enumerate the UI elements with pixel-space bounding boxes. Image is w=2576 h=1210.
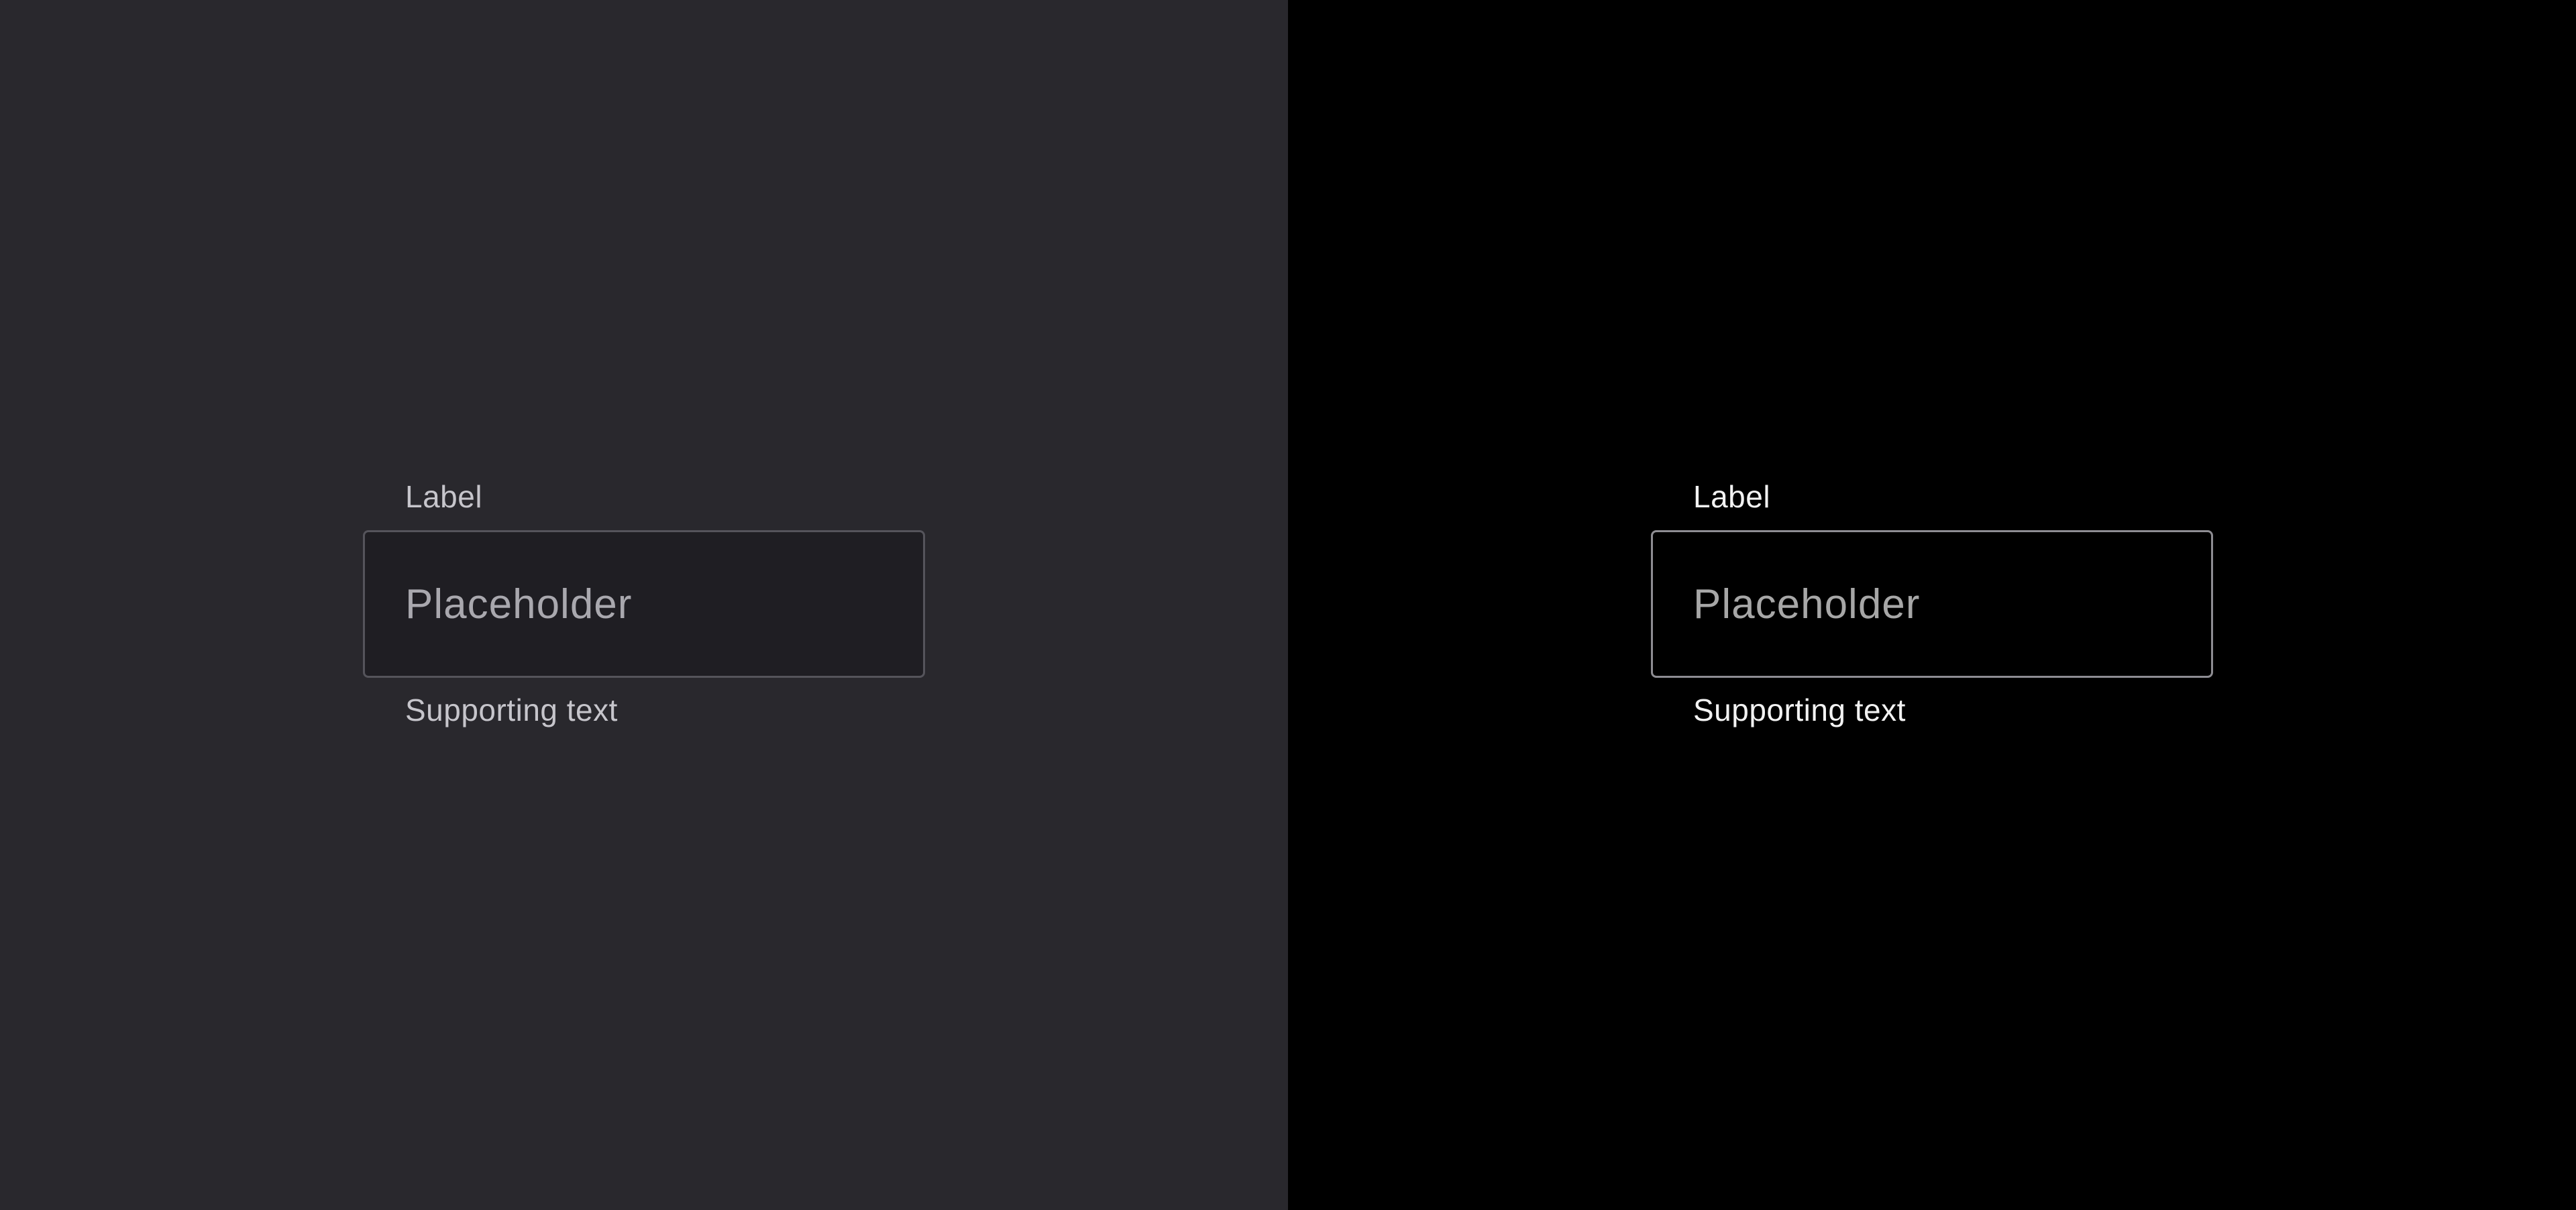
text-field-container[interactable] xyxy=(363,530,925,678)
text-input[interactable] xyxy=(1693,580,2211,628)
panel-high-contrast-dark: Label Supporting text xyxy=(1288,0,2576,1210)
supporting-text: Supporting text xyxy=(1693,693,1906,727)
stage: Label Supporting text Label Supporting t… xyxy=(0,0,2576,1210)
text-field-container[interactable] xyxy=(1651,530,2213,678)
supporting-text: Supporting text xyxy=(405,693,618,727)
text-input[interactable] xyxy=(405,580,923,628)
field-label: Label xyxy=(1693,479,1771,514)
panel-standard-dark: Label Supporting text xyxy=(0,0,1288,1210)
field-label: Label xyxy=(405,479,483,514)
